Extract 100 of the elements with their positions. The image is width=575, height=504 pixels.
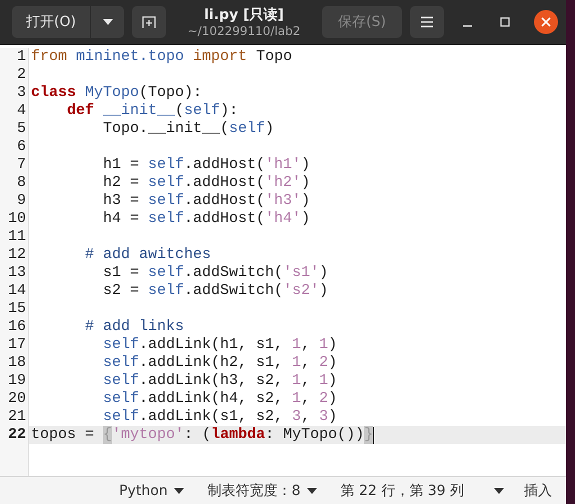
code-token: ) xyxy=(328,336,338,354)
maximize-icon xyxy=(500,17,510,27)
line-number: 19 xyxy=(6,372,27,390)
line-number: 15 xyxy=(6,300,27,318)
code-token: 3 xyxy=(319,408,328,426)
line-number: 3 xyxy=(16,84,27,102)
code-token: 2 xyxy=(319,390,328,408)
file-path: ~/102299110/lab2 xyxy=(188,24,300,38)
code-token: self xyxy=(148,210,184,228)
code-token: 1 xyxy=(292,372,302,390)
code-token: h3 = xyxy=(103,192,140,210)
code-token: .addSwitch( xyxy=(184,264,284,282)
code-token: .addHost( xyxy=(184,192,266,210)
code-token: from xyxy=(31,48,68,66)
code-token: .addLink(h2, s1, xyxy=(139,354,284,372)
code-token: 1 xyxy=(292,390,302,408)
code-token: self xyxy=(148,264,184,282)
code-token: .addHost( xyxy=(184,210,266,228)
code-token: , xyxy=(301,390,312,408)
code-token: def xyxy=(67,102,96,120)
code-token: h2 = xyxy=(103,174,140,192)
code-token: 2 xyxy=(319,354,328,372)
matching-brace: { xyxy=(103,426,112,444)
code-token: .addHost( xyxy=(184,156,266,174)
code-token: .addSwitch( xyxy=(184,282,284,300)
code-token: 1 xyxy=(292,336,302,354)
line-number: 20 xyxy=(6,390,27,408)
code-token: .addLink(s1, s2, xyxy=(139,408,284,426)
code-token: self xyxy=(103,408,140,426)
code-token: h4 = xyxy=(103,210,140,228)
code-token: ) xyxy=(301,174,310,192)
line-number: 5 xyxy=(16,120,27,138)
code-token: 's1' xyxy=(283,264,320,282)
code-token: ) xyxy=(319,264,328,282)
close-icon xyxy=(541,17,551,27)
code-token: Topo xyxy=(256,48,292,66)
code-token: h1 = xyxy=(103,156,140,174)
language-selector[interactable]: Python xyxy=(109,482,194,498)
code-token: self xyxy=(229,120,266,138)
code-token: __init__ xyxy=(103,102,176,120)
code-token: : ( xyxy=(184,426,212,444)
code-token: 'mytopo' xyxy=(112,426,184,444)
code-token: s1 = xyxy=(103,264,140,282)
tab-width-selector[interactable]: 制表符宽度：8 xyxy=(198,482,327,500)
line-number: 7 xyxy=(16,156,27,174)
caret-icon xyxy=(494,488,504,494)
new-tab-button[interactable] xyxy=(132,6,166,38)
code-token: .addLink(h4, s2, xyxy=(139,390,284,408)
matching-brace: } xyxy=(364,426,374,444)
code-token: Topo.__init__( xyxy=(103,120,230,138)
line-number: 4 xyxy=(16,102,27,120)
code-token: # add awitches xyxy=(85,246,212,264)
code-token: class xyxy=(31,84,78,102)
code-token: ) xyxy=(328,408,338,426)
insert-mode: 插入 xyxy=(523,482,553,500)
code-token: 'h1' xyxy=(265,156,302,174)
line-number: 6 xyxy=(16,138,27,156)
code-token: 's2' xyxy=(283,282,320,300)
code-token: 1 xyxy=(319,372,328,390)
line-number: 16 xyxy=(6,318,27,336)
code-token: .addLink(h3, s2, xyxy=(139,372,284,390)
code-token: ) xyxy=(301,210,310,228)
line-number: 1 xyxy=(16,48,27,66)
code-token: s2 = xyxy=(103,282,140,300)
code-token: topos = xyxy=(31,426,96,444)
code-token: mininet.topo xyxy=(76,48,186,66)
caret-icon xyxy=(306,488,317,494)
dropdown-button[interactable] xyxy=(90,6,124,38)
text-cursor xyxy=(373,426,374,444)
code-token: ( xyxy=(175,102,184,120)
code-token: ) xyxy=(319,282,328,300)
close-button[interactable] xyxy=(534,10,558,34)
line-number: 2 xyxy=(16,66,27,84)
new-tab-icon xyxy=(142,15,156,29)
code-token: .addLink(h1, s1, xyxy=(139,336,284,354)
code-token: 'h4' xyxy=(265,210,302,228)
code-token: , xyxy=(301,336,312,354)
menu-button[interactable] xyxy=(410,6,444,38)
code-token: 1 xyxy=(292,354,302,372)
code-token: self xyxy=(103,372,140,390)
line-number: 11 xyxy=(6,228,27,246)
cursor-position-selector[interactable]: 第 22 行，第 39 列 xyxy=(330,482,514,500)
line-number: 8 xyxy=(16,174,27,192)
code-token: ) xyxy=(301,156,310,174)
code-token: , xyxy=(301,354,312,372)
line-number: 10 xyxy=(6,210,27,228)
code-token: 1 xyxy=(319,336,328,354)
code-token: 'h3' xyxy=(265,192,302,210)
code-token: # add links xyxy=(85,318,184,336)
code-token: self xyxy=(103,390,140,408)
code-token: self xyxy=(148,174,184,192)
code-token: ) xyxy=(328,354,338,372)
code-token: , xyxy=(301,372,312,390)
line-number: 17 xyxy=(6,336,27,354)
code-token: (Topo): xyxy=(139,84,202,102)
code-token: 3 xyxy=(292,408,302,426)
minimize-icon xyxy=(462,25,472,27)
code-token: self xyxy=(103,354,140,372)
line-number: 13 xyxy=(6,264,27,282)
menu-icon xyxy=(420,16,434,28)
